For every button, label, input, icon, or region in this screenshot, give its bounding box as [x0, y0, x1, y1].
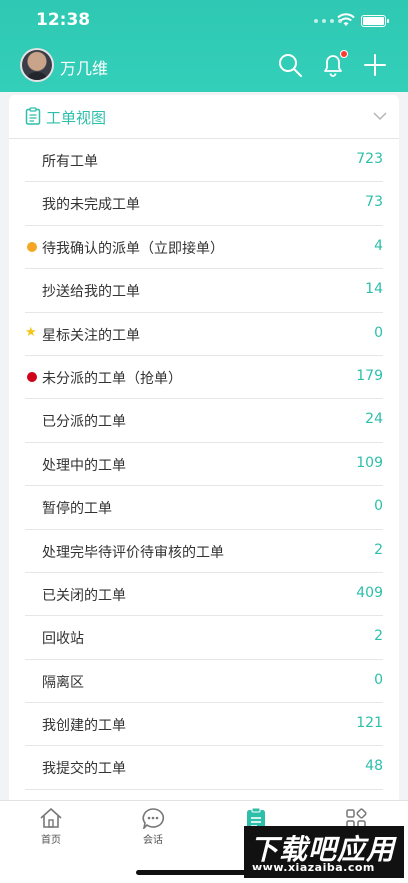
username: 万几维	[60, 59, 109, 78]
list-item-label: 所有工单	[42, 154, 98, 170]
list-item-label: 回收站	[42, 631, 84, 648]
list-item-label: 我的未完成工单	[42, 197, 140, 214]
list-item[interactable]: 处理中的工单 109	[25, 443, 383, 487]
list-item-count: 0	[374, 671, 383, 688]
list-item-count: 2	[374, 628, 383, 645]
list-item-count: 24	[365, 411, 383, 428]
star-icon: ★	[25, 324, 37, 340]
tab-chat[interactable]: 会话	[123, 807, 183, 846]
list-item-count: 0	[374, 324, 383, 341]
avatar[interactable]	[20, 48, 54, 82]
list-item-label: 待我确认的派单（立即接单）	[42, 240, 224, 257]
list-item-label: 抄送给我的工单	[42, 284, 140, 301]
red-dot-icon	[27, 371, 37, 382]
notification-badge	[340, 50, 348, 58]
clipboard-icon	[25, 107, 41, 125]
tab-chat-label: 会话	[143, 835, 163, 846]
chevron-down-icon[interactable]	[373, 112, 387, 121]
list-item[interactable]: 我提交的工单 48	[25, 746, 383, 790]
list-item-label: 我创建的工单	[42, 718, 126, 735]
tab-home[interactable]: 首页	[21, 807, 81, 846]
list-item-count: 73	[365, 194, 383, 211]
status-bar: 12:38	[0, 0, 408, 44]
home-icon	[40, 808, 62, 828]
list-item-count: 4	[374, 237, 383, 254]
top-bar: 12:38 万几维	[0, 0, 408, 92]
search-icon[interactable]	[277, 52, 303, 78]
list-item[interactable]: 所有工单 723	[25, 139, 383, 183]
list-item-label: 暂停的工单	[42, 501, 112, 518]
list-item-count: 109	[356, 454, 383, 471]
list-item[interactable]: ★ 星标关注的工单 0	[25, 313, 383, 356]
list-item[interactable]: 待我确认的派单（立即接单） 4	[25, 226, 383, 270]
add-icon[interactable]	[362, 52, 388, 78]
list-item[interactable]: 回收站 2	[25, 616, 383, 660]
chat-icon	[142, 808, 165, 829]
list-item-count: 121	[356, 715, 383, 732]
list-item-count: 0	[374, 498, 383, 515]
list-item[interactable]: 未分派的工单（抢单） 179	[25, 356, 383, 400]
list-item-label: 星标关注的工单	[42, 327, 140, 344]
list-item-count: 409	[356, 584, 383, 601]
battery-icon	[361, 15, 389, 27]
list-item-label: 处理完毕待评价待审核的工单	[42, 544, 224, 561]
card-title: 工单视图	[46, 109, 107, 127]
wifi-icon	[337, 13, 355, 26]
list-item-label: 已关闭的工单	[42, 587, 126, 604]
list-item[interactable]: 抄送给我的工单 14	[25, 269, 383, 313]
list-item[interactable]: 已分派的工单 24	[25, 399, 383, 443]
workorder-list: 所有工单 723 我的未完成工单 73 待我确认的派单（立即接单） 4 抄送给我的工单 14 ★…	[25, 139, 383, 790]
list-item[interactable]: 我创建的工单 121	[25, 703, 383, 747]
list-item[interactable]: 我的未完成工单 73	[25, 182, 383, 226]
list-item-count: 14	[365, 281, 383, 298]
list-item-count: 2	[374, 541, 383, 558]
list-item-count: 179	[356, 367, 383, 384]
list-item-label: 已分派的工单	[42, 414, 126, 431]
list-item-count: 48	[365, 758, 383, 775]
list-item[interactable]: 暂停的工单 0	[25, 486, 383, 530]
tab-home-label: 首页	[41, 835, 61, 846]
list-item-label: 处理中的工单	[42, 457, 126, 474]
list-item[interactable]: 隔离区 0	[25, 660, 383, 704]
list-item[interactable]: 处理完毕待评价待审核的工单 2	[25, 530, 383, 573]
list-item-label: 隔离区	[42, 674, 84, 691]
list-item-label: 未分派的工单（抢单）	[42, 370, 182, 387]
home-indicator	[136, 870, 272, 875]
status-time: 12:38	[36, 10, 91, 30]
orange-dot-icon	[27, 241, 37, 252]
workorder-view-card: 工单视图 所有工单 723 我的未完成工单 73 待我确认的派单（立即接单） 4 抄送给我的…	[9, 95, 399, 805]
card-header[interactable]: 工单视图	[9, 95, 399, 139]
list-item-count: 723	[356, 151, 383, 167]
list-item[interactable]: 已关闭的工单 409	[25, 573, 383, 617]
list-item-label: 我提交的工单	[42, 761, 126, 778]
